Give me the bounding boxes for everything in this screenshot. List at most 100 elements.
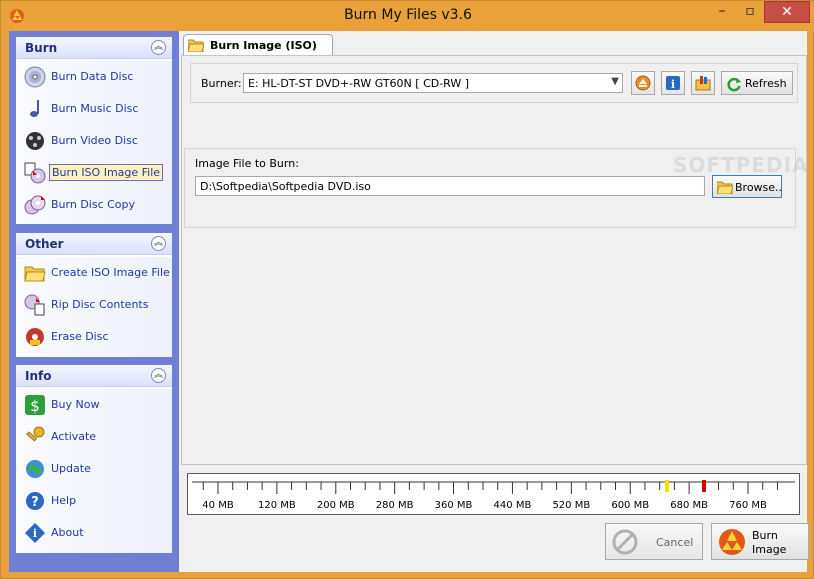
refresh-icon bbox=[727, 77, 741, 92]
ruler-tick-label: 360 MB bbox=[434, 500, 473, 511]
burn-label-line1: Burn bbox=[752, 529, 778, 542]
tools-icon bbox=[695, 76, 711, 91]
sidebar-item-burn-video-disc[interactable]: Burn Video Disc bbox=[16, 125, 172, 157]
maximize-button[interactable]: ▫ bbox=[736, 1, 764, 23]
film-reel-icon bbox=[26, 132, 44, 150]
collapse-chevron-icon[interactable]: ︽ bbox=[151, 236, 166, 251]
sidebar-item-label: Activate bbox=[51, 430, 97, 443]
group-header-burn[interactable]: Burn ︽ bbox=[16, 37, 172, 59]
disc-copy-icon bbox=[24, 195, 46, 215]
drive-info-button[interactable]: i bbox=[661, 71, 685, 95]
sidebar-item-label: Burn Video Disc bbox=[51, 134, 138, 147]
ruler-tick-label: 440 MB bbox=[493, 500, 532, 511]
refresh-label: Refresh bbox=[745, 77, 787, 90]
ruler-tick-label: 680 MB bbox=[670, 500, 708, 511]
group-header-info[interactable]: Info ︽ bbox=[16, 365, 172, 387]
burner-section: Burner: E: HL-DT-ST DVD+-RW GT60N [ CD-R… bbox=[190, 63, 798, 103]
burner-select[interactable]: E: HL-DT-ST DVD+-RW GT60N [ CD-RW ] ▼ bbox=[243, 73, 623, 93]
sidebar-item-label: Update bbox=[51, 462, 91, 475]
sidebar-item-burn-iso-image-file[interactable]: Burn ISO Image File bbox=[16, 157, 172, 189]
sidebar-item-activate[interactable]: Activate bbox=[16, 421, 172, 453]
cancel-button[interactable]: Cancel bbox=[605, 523, 703, 560]
sidebar-item-label: Help bbox=[51, 494, 77, 507]
svg-text:i: i bbox=[33, 527, 37, 540]
ruler-tick-label: 600 MB bbox=[611, 500, 650, 511]
group-title: Burn bbox=[25, 41, 58, 55]
eject-icon bbox=[635, 75, 651, 91]
browse-button[interactable]: Browse.. bbox=[712, 175, 782, 198]
ruler-marker-red bbox=[701, 480, 706, 492]
sidebar-item-rip-disc-contents[interactable]: Rip Disc Contents bbox=[16, 289, 172, 321]
sidebar-item-burn-disc-copy[interactable]: Burn Disc Copy bbox=[16, 189, 172, 221]
sidebar-item-label: Burn Disc Copy bbox=[51, 198, 136, 211]
minimize-button[interactable]: – bbox=[708, 1, 736, 23]
burn-icon bbox=[719, 529, 745, 555]
info-diamond-icon: i bbox=[25, 523, 45, 543]
refresh-button[interactable]: Refresh bbox=[721, 71, 793, 95]
sidebar-item-label: Burn ISO Image File bbox=[49, 164, 164, 181]
watermark-text: SOFTPEDIA bbox=[673, 153, 809, 177]
erase-disc-icon bbox=[26, 328, 44, 346]
sidebar-item-label: Erase Disc bbox=[51, 330, 109, 343]
burner-select-value: E: HL-DT-ST DVD+-RW GT60N [ CD-RW ] bbox=[248, 77, 470, 90]
ruler-tick-label: 280 MB bbox=[375, 500, 414, 511]
folder-open-icon bbox=[188, 39, 204, 52]
image-file-label: Image File to Burn: bbox=[195, 157, 299, 170]
music-note-icon bbox=[30, 100, 39, 117]
disc-icon bbox=[24, 66, 46, 88]
ruler-tick-label: 200 MB bbox=[316, 500, 355, 511]
browse-label: Browse.. bbox=[735, 181, 783, 194]
sidebar-item-erase-disc[interactable]: Erase Disc bbox=[16, 321, 172, 353]
close-button[interactable]: ✕ bbox=[764, 1, 810, 23]
collapse-chevron-icon[interactable]: ︽ bbox=[151, 368, 166, 383]
cancel-icon bbox=[612, 529, 638, 555]
sidebar-item-burn-music-disc[interactable]: Burn Music Disc bbox=[16, 93, 172, 125]
drive-tools-button[interactable] bbox=[691, 71, 715, 95]
sidebar-item-update[interactable]: Update bbox=[16, 453, 172, 485]
group-title: Info bbox=[25, 369, 52, 383]
burn-label-line2: Image bbox=[752, 543, 787, 556]
svg-text:?: ? bbox=[31, 495, 39, 510]
tab-burn-image-iso[interactable]: Burn Image (ISO) bbox=[183, 34, 333, 56]
group-burn: Burn ︽ Burn Data Disc Burn Music Disc Bu… bbox=[16, 37, 172, 224]
sidebar: Burn ︽ Burn Data Disc Burn Music Disc Bu… bbox=[9, 31, 179, 572]
sidebar-item-label: Burn Music Disc bbox=[51, 102, 139, 115]
folder-open-icon bbox=[717, 181, 733, 194]
image-file-path-input[interactable]: D:\Softpedia\Softpedia DVD.iso bbox=[195, 176, 705, 196]
group-body: Burn Data Disc Burn Music Disc Burn Vide… bbox=[16, 61, 172, 224]
ruler-tick-label: 760 MB bbox=[729, 500, 767, 511]
ruler-tick-label: 40 MB bbox=[202, 500, 234, 511]
sidebar-item-burn-data-disc[interactable]: Burn Data Disc bbox=[16, 61, 172, 93]
tab-panel: Burner: E: HL-DT-ST DVD+-RW GT60N [ CD-R… bbox=[181, 55, 808, 465]
sidebar-item-label: Rip Disc Contents bbox=[51, 298, 149, 311]
sidebar-item-create-iso-image-file[interactable]: Create ISO Image File bbox=[16, 257, 172, 289]
client-area: Burn ︽ Burn Data Disc Burn Music Disc Bu… bbox=[9, 31, 809, 572]
sidebar-item-about[interactable]: i About bbox=[16, 517, 172, 549]
window-title: Burn My Files v3.6 bbox=[344, 7, 472, 23]
chevron-down-icon: ▼ bbox=[611, 76, 619, 87]
iso-disc-icon bbox=[24, 162, 46, 184]
svg-text:$: $ bbox=[30, 397, 40, 415]
key-icon bbox=[26, 426, 45, 442]
tab-label: Burn Image (ISO) bbox=[210, 39, 317, 52]
sidebar-item-help[interactable]: ? Help bbox=[16, 485, 172, 517]
image-file-section: Image File to Burn: D:\Softpedia\Softped… bbox=[184, 148, 808, 228]
help-icon: ? bbox=[26, 492, 44, 510]
sidebar-item-buy-now[interactable]: $ Buy Now bbox=[16, 389, 172, 421]
collapse-chevron-icon[interactable]: ︽ bbox=[151, 40, 166, 55]
info-icon: i bbox=[666, 76, 680, 91]
group-title: Other bbox=[25, 237, 64, 251]
sidebar-item-label: Create ISO Image File bbox=[51, 266, 170, 279]
burner-label: Burner: bbox=[201, 77, 242, 90]
svg-text:i: i bbox=[671, 78, 675, 91]
burn-image-button[interactable]: Burn Image bbox=[711, 523, 809, 560]
ruler-tick-label: 520 MB bbox=[552, 500, 591, 511]
group-header-other[interactable]: Other ︽ bbox=[16, 233, 172, 255]
ruler-tick-label: 120 MB bbox=[257, 500, 296, 511]
group-other: Other ︽ Create ISO Image File Rip Disc C… bbox=[16, 233, 172, 357]
app-window: Burn My Files v3.6 – ▫ ✕ Burn ︽ Burn Dat… bbox=[0, 0, 814, 579]
folder-open-icon bbox=[24, 266, 46, 282]
image-file-path-value: D:\Softpedia\Softpedia DVD.iso bbox=[200, 180, 371, 193]
eject-button[interactable] bbox=[631, 71, 655, 95]
group-body: $ Buy Now Activate Update ? Help i About bbox=[16, 389, 172, 553]
